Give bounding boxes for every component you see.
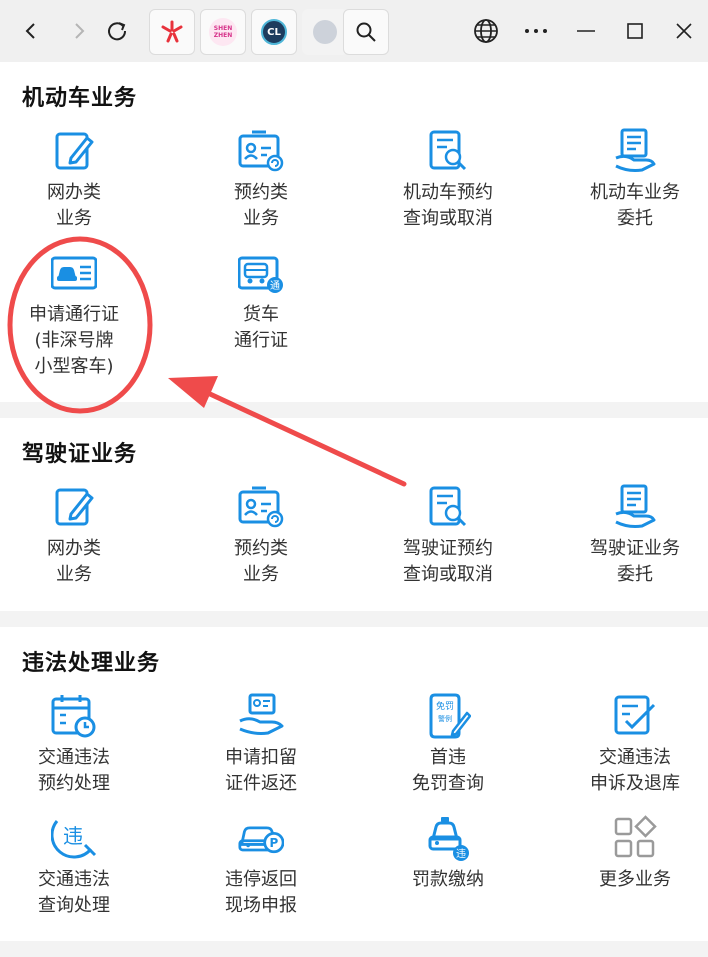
grid-item-license-entrust[interactable]: 驾驶证业务 委托 — [555, 484, 708, 588]
calendar-clock-icon — [51, 695, 96, 738]
svg-text:违: 违 — [456, 848, 466, 860]
back-arrow-icon — [25, 23, 35, 39]
edit-check-icon — [614, 695, 656, 735]
red-app-icon — [161, 20, 183, 43]
hand-card-icon — [239, 693, 284, 735]
tab-red-app[interactable] — [149, 9, 195, 55]
hand-document-icon — [615, 484, 656, 528]
grid-item-apply-pass-permit[interactable]: 申请通行证 (非深号牌 小型客车) — [0, 250, 154, 380]
tab-cl[interactable]: CL — [251, 9, 297, 55]
edit-document-icon — [55, 132, 94, 170]
maximize-icon — [627, 23, 643, 39]
search-button[interactable] — [343, 9, 389, 55]
grid-item-license-appointment-query[interactable]: 驾驶证预约 查询或取消 — [368, 484, 528, 588]
exempt-penalty-icon: 免罚 警例 — [429, 693, 471, 739]
globe-icon — [474, 19, 498, 43]
truck-pass-icon: 通 — [238, 256, 283, 293]
document-search-icon — [429, 130, 467, 171]
grid-item-violation-appeal[interactable]: 交通违法 申诉及退库 — [555, 693, 708, 797]
hand-document-icon — [615, 128, 656, 172]
close-button[interactable] — [665, 12, 703, 50]
browser-toolbar: SHEN ZHEN CL — [0, 0, 708, 63]
more-dots-icon — [525, 29, 547, 33]
search-icon — [356, 22, 376, 42]
grid-item-appointment-business[interactable]: 预约类 业务 — [181, 128, 341, 232]
parking-car-icon: P — [238, 826, 284, 854]
grid-item-illegal-parking-report[interactable]: P 违停返回 现场申报 — [181, 815, 341, 919]
id-card-refresh-icon — [238, 486, 284, 528]
tab-blank[interactable] — [302, 9, 348, 55]
refresh-icon — [108, 22, 127, 41]
cl-logo-icon: CL — [261, 19, 287, 45]
section-vehicle-business: 机动车业务 网办类 业务 预约类 业务 机动车预约 查询或取消 机动车业务 委托… — [0, 62, 708, 402]
grid-item-violation-query[interactable]: 违 交通违法 查询处理 — [0, 815, 154, 919]
police-car-fine-icon: 违 — [428, 817, 469, 861]
edit-document-icon — [55, 488, 94, 526]
minimize-button[interactable] — [567, 12, 605, 50]
grid-item-first-violation-exemption[interactable]: 免罚 警例 首违 免罚查询 — [368, 693, 528, 797]
id-card-refresh-icon — [238, 130, 284, 172]
tab-shenzhen[interactable]: SHEN ZHEN — [200, 9, 246, 55]
forward-arrow-icon — [75, 23, 85, 39]
document-search-icon — [429, 486, 467, 527]
maximize-button[interactable] — [616, 12, 654, 50]
blank-site-icon — [313, 20, 337, 44]
section-license-business: 驾驶证业务 网办类 业务 预约类 业务 驾驶证预约 查询或取消 驾驶证业务 委托 — [0, 418, 708, 611]
grid-item-more-services[interactable]: 更多业务 — [555, 815, 708, 893]
close-icon — [676, 23, 692, 39]
section-violation-business: 违法处理业务 交通违法预约处理 申请扣留证件返还 免罚 警例 首违免罚查询 — [0, 627, 708, 941]
svg-text:通: 通 — [270, 280, 280, 292]
more-grid-icon — [614, 815, 657, 858]
grid-item-detained-certificate-return[interactable]: 申请扣留 证件返还 — [181, 693, 341, 797]
language-button[interactable] — [467, 12, 505, 50]
section-title: 违法处理业务 — [22, 651, 161, 676]
svg-text:违: 违 — [63, 824, 83, 848]
more-options-button[interactable] — [517, 12, 555, 50]
svg-text:警例: 警例 — [438, 714, 452, 723]
section-title: 机动车业务 — [22, 86, 138, 111]
back-button[interactable] — [12, 12, 50, 50]
grid-item-vehicle-appointment-query[interactable]: 机动车预约 查询或取消 — [368, 128, 528, 232]
car-pass-card-icon — [51, 256, 97, 290]
grid-item-truck-pass[interactable]: 通 货车 通行证 — [181, 250, 341, 354]
grid-item-vehicle-entrust[interactable]: 机动车业务 委托 — [555, 128, 708, 232]
svg-text:P: P — [269, 836, 278, 850]
refresh-button[interactable] — [98, 12, 136, 50]
grid-item-online-business[interactable]: 网办类 业务 — [0, 484, 154, 588]
section-title: 驾驶证业务 — [22, 442, 138, 467]
grid-item-online-business[interactable]: 网办类 业务 — [0, 128, 154, 232]
forward-button[interactable] — [60, 12, 98, 50]
svg-text:免罚: 免罚 — [436, 700, 454, 712]
grid-item-violation-appointment[interactable]: 交通违法 预约处理 — [0, 693, 154, 797]
grid-item-appointment-business[interactable]: 预约类 业务 — [181, 484, 341, 588]
minimize-icon — [577, 30, 595, 32]
grid-item-fine-payment[interactable]: 违 罚款缴纳 — [368, 815, 528, 893]
violation-search-icon: 违 — [51, 820, 97, 859]
shenzhen-logo-icon: SHEN ZHEN — [209, 18, 237, 46]
